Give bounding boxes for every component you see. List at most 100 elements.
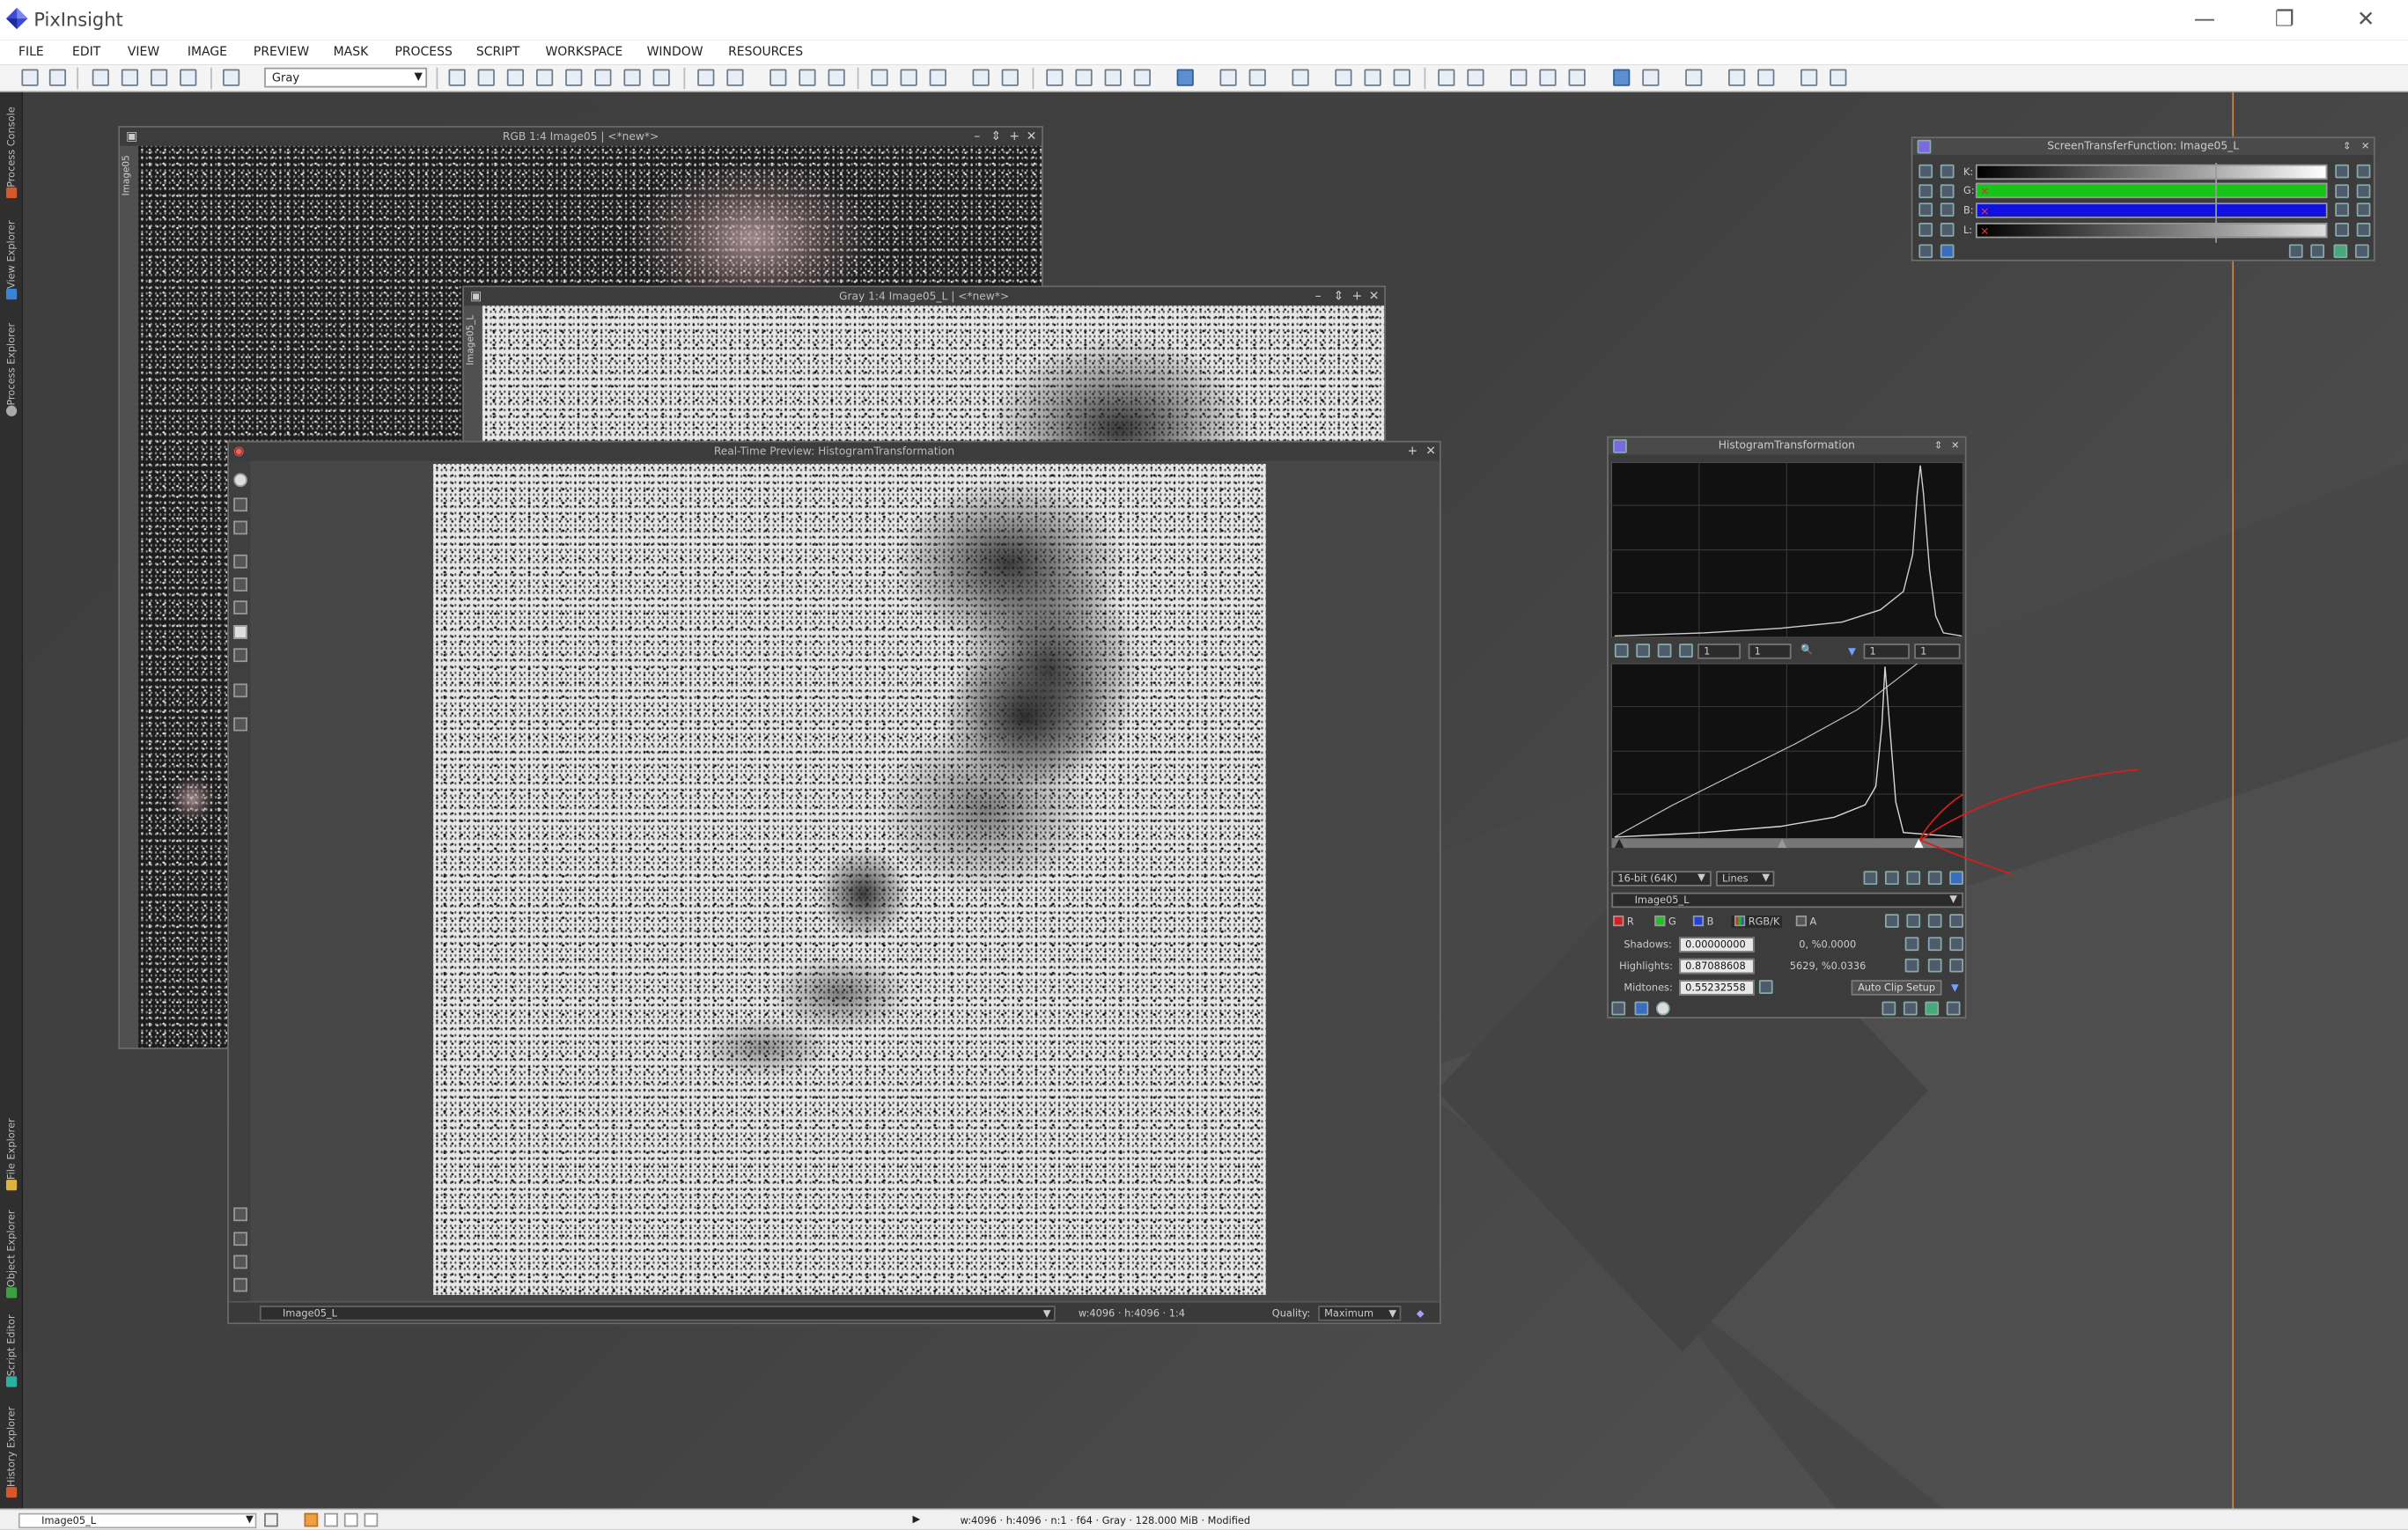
mask-show-icon[interactable] [1335, 69, 1352, 86]
save-icon[interactable] [151, 69, 168, 86]
show-input-icon[interactable] [1884, 871, 1899, 886]
menu-script[interactable]: SCRIPT [476, 45, 519, 59]
zoom-fit-icon[interactable] [477, 69, 495, 86]
zoom-fit-icon[interactable] [1636, 644, 1651, 658]
window-menu-icon[interactable]: ▣ [126, 128, 137, 146]
preview-view-select[interactable]: Image05_L [259, 1306, 1056, 1321]
window-maximize-icon[interactable]: + [1009, 128, 1020, 146]
explorer-icon[interactable] [1438, 69, 1455, 86]
pan-icon[interactable] [1614, 644, 1629, 658]
input-histogram[interactable] [1611, 462, 1963, 638]
window-minimize-icon[interactable]: – [1315, 287, 1322, 305]
center-icon[interactable] [1679, 644, 1693, 658]
reset-highlights-icon[interactable] [1949, 958, 1963, 973]
rgb-window-title[interactable]: RGB 1:4 Image05 | <*new*> [120, 127, 1042, 146]
arrange-icon[interactable] [1568, 69, 1586, 86]
green-channel-icon[interactable] [233, 577, 247, 592]
zoom-in-icon[interactable] [1940, 184, 1955, 199]
channel-g-toggle[interactable]: G [1654, 915, 1676, 928]
link-channels-icon[interactable] [1918, 164, 1933, 179]
log-scale-icon[interactable] [1863, 871, 1878, 886]
quality-chevron-icon[interactable]: ▼ [1388, 1307, 1396, 1320]
console-icon[interactable] [1467, 69, 1484, 86]
reset-view-icon[interactable] [233, 717, 247, 732]
workspace-7-icon[interactable] [1830, 69, 1847, 86]
workspace-4-icon[interactable] [1728, 69, 1746, 86]
stf-link-icon[interactable] [1219, 69, 1237, 86]
auto-clip-setup-button[interactable]: Auto Clip Setup [1851, 980, 1942, 996]
menu-resources[interactable]: RESOURCES [728, 45, 803, 59]
midtones-input[interactable]: 0.55232558 [1679, 980, 1755, 996]
gray-window-title[interactable]: Gray 1:4 Image05_L | <*new*> [463, 287, 1385, 306]
menu-file[interactable]: FILE [18, 45, 44, 59]
highlights-input[interactable]: 0.87088608 [1679, 958, 1755, 975]
redo-icon[interactable] [48, 69, 67, 86]
close-button[interactable]: ✕ [2339, 4, 2391, 35]
zoom-in-icon[interactable]: 🔍 [1800, 644, 1813, 656]
real-time-toggle-icon[interactable] [233, 473, 247, 488]
zoom-icon[interactable] [233, 1207, 247, 1222]
stf-g-slider[interactable]: ✕ [1975, 180, 2328, 203]
reset-channel-icon[interactable] [2335, 164, 2349, 179]
blue-channel-icon[interactable] [233, 600, 247, 614]
panel-shade-icon[interactable]: ⇕ [1934, 439, 1943, 452]
center-icon[interactable] [565, 69, 583, 86]
workspace-2-icon[interactable] [324, 1512, 338, 1527]
zoom-out-icon[interactable] [726, 69, 744, 86]
new-instance-icon[interactable] [1611, 1001, 1626, 1016]
panel-close-icon[interactable]: ✕ [2361, 140, 2370, 152]
workspace-2-icon[interactable] [1642, 69, 1660, 86]
channel-rgbk-toggle[interactable]: RGB/K [1731, 915, 1783, 928]
pan-icon[interactable] [1940, 223, 1955, 237]
readout-mode-icon[interactable] [448, 69, 466, 86]
real-time-preview-icon[interactable] [1656, 1001, 1670, 1016]
stf-l-midtones-handle[interactable] [2215, 221, 2217, 243]
browse-docs-icon[interactable] [1881, 1001, 1896, 1016]
minimize-button[interactable]: — [2178, 4, 2230, 35]
preview-view-chevron-icon[interactable]: ▼ [1043, 1307, 1051, 1320]
new-instance-icon[interactable] [1918, 244, 1933, 259]
gear-icon[interactable] [1906, 914, 1921, 928]
color-space-select[interactable]: Gray ▼ [264, 67, 428, 88]
menu-mask[interactable]: MASK [334, 45, 369, 59]
reset-shadows-icon[interactable] [1949, 937, 1963, 952]
window-menu-icon[interactable]: ▣ [470, 287, 482, 305]
workspace-4-icon[interactable] [364, 1512, 379, 1527]
check-icon[interactable] [2333, 244, 2348, 259]
window-minimize-icon[interactable]: – [974, 128, 980, 146]
pan-icon[interactable] [535, 69, 554, 86]
tab-file-explorer[interactable]: File Explorer [2, 1103, 22, 1195]
auto-highlights-icon[interactable] [1904, 958, 1919, 973]
alpha-channel-icon[interactable] [233, 648, 247, 663]
auto-clip-chevron-icon[interactable]: ▼ [1951, 982, 1959, 994]
restore-button[interactable]: ❐ [2258, 4, 2310, 35]
reset-channel-icon[interactable] [2335, 223, 2349, 237]
zoom-optimal-icon[interactable] [828, 69, 845, 86]
apply-global-icon[interactable] [1634, 1001, 1649, 1016]
workspace-6-icon[interactable] [1800, 69, 1818, 86]
reset-icon[interactable] [1946, 1001, 1961, 1016]
undo-icon[interactable] [21, 69, 39, 86]
readout-icon[interactable] [1949, 914, 1963, 928]
dynamic-icon[interactable] [623, 69, 641, 86]
track-view-icon[interactable] [1903, 1001, 1918, 1016]
new-preview-icon[interactable] [871, 69, 888, 86]
chevron-down-icon[interactable]: ▼ [1762, 871, 1770, 883]
stf-b-slider[interactable]: ✕ [1975, 201, 2328, 224]
output-zoom-x[interactable]: 1 [1863, 644, 1910, 659]
preview-image-canvas[interactable] [433, 463, 1266, 1295]
channel-alpha-toggle[interactable]: A [1795, 915, 1816, 928]
process-icon[interactable] [1917, 139, 1932, 154]
check-icon[interactable] [1925, 1001, 1940, 1016]
channel-r-toggle[interactable]: R [1613, 915, 1634, 928]
input-zoom-x[interactable]: 1 [1697, 644, 1741, 659]
workspace-3-icon[interactable] [343, 1512, 358, 1527]
channel-b-toggle[interactable]: B [1692, 915, 1713, 928]
tab-process-explorer[interactable]: Process Explorer [2, 310, 22, 421]
stf-l-slider[interactable]: ✕ [1975, 221, 2328, 243]
view-select[interactable]: Image05_L [1611, 892, 1963, 908]
crosshair-icon[interactable] [1884, 914, 1899, 928]
auto-stretch-icon[interactable] [1918, 202, 1933, 217]
track-view-icon[interactable] [2310, 244, 2325, 259]
chevron-down-icon[interactable]: ▼ [1697, 871, 1705, 883]
